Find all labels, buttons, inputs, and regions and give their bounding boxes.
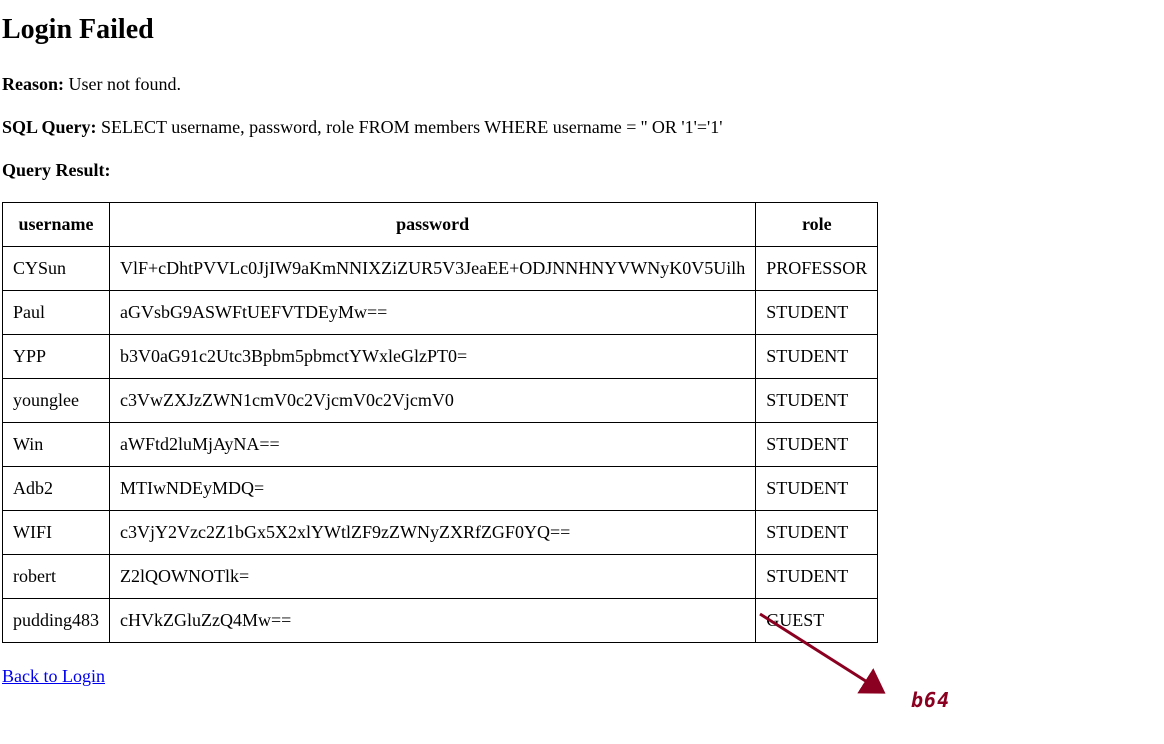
cell-role: STUDENT (755, 378, 879, 423)
column-header-role: role (755, 202, 879, 247)
column-header-username: username (1, 202, 111, 247)
table-row: Adb2 MTIwNDEyMDQ= STUDENT (1, 466, 879, 511)
annotation-label: b64 (911, 688, 951, 712)
cell-role: PROFESSOR (755, 246, 879, 291)
sql-query-line: SQL Query: SELECT username, password, ro… (2, 116, 723, 138)
cell-username: robert (1, 554, 111, 599)
cell-username: Adb2 (1, 466, 111, 511)
cell-username: Win (1, 422, 111, 467)
cell-username: Paul (1, 290, 111, 335)
cell-username: WIFI (1, 510, 111, 555)
column-header-password: password (109, 202, 757, 247)
cell-password: b3V0aG91c2Utc3Bpbm5pbmctYWxleGlzPT0= (109, 334, 757, 379)
table-row: YPP b3V0aG91c2Utc3Bpbm5pbmctYWxleGlzPT0=… (1, 334, 879, 379)
back-to-login-link[interactable]: Back to Login (2, 666, 105, 687)
cell-role: STUDENT (755, 466, 879, 511)
cell-username: pudding483 (1, 598, 111, 643)
query-result-table: username password role CYSun VlF+cDhtPVV… (1, 202, 879, 643)
table-row: CYSun VlF+cDhtPVVLc0JjIW9aKmNNIXZiZUR5V3… (1, 246, 879, 291)
cell-username: YPP (1, 334, 111, 379)
cell-username: younglee (1, 378, 111, 423)
table-header-row: username password role (1, 202, 879, 247)
cell-password: c3VwZXJzZWN1cmV0c2VjcmV0c2VjcmV0 (109, 378, 757, 423)
cell-password: c3VjY2Vzc2Z1bGx5X2xlYWtlZF9zZWNyZXRfZGF0… (109, 510, 757, 555)
cell-password: VlF+cDhtPVVLc0JjIW9aKmNNIXZiZUR5V3JeaEE+… (109, 246, 757, 291)
table-row: Paul aGVsbG9ASWFtUEFVTDEyMw== STUDENT (1, 290, 879, 335)
cell-role: STUDENT (755, 290, 879, 335)
cell-password: Z2lQOWNOTlk= (109, 554, 757, 599)
table-row: pudding483 cHVkZGluZzQ4Mw== GUEST (1, 598, 879, 643)
cell-role: STUDENT (755, 334, 879, 379)
cell-password: MTIwNDEyMDQ= (109, 466, 757, 511)
cell-role: STUDENT (755, 510, 879, 555)
query-result-label: Query Result: (2, 160, 111, 180)
reason-line: Reason: User not found. (2, 73, 181, 95)
reason-label: Reason: (2, 74, 64, 94)
table-row: robert Z2lQOWNOTlk= STUDENT (1, 554, 879, 599)
cell-role: STUDENT (755, 554, 879, 599)
table-row: younglee c3VwZXJzZWN1cmV0c2VjcmV0c2VjcmV… (1, 378, 879, 423)
cell-password: cHVkZGluZzQ4Mw== (109, 598, 757, 643)
sql-query-text: SELECT username, password, role FROM mem… (96, 117, 723, 137)
cell-role: STUDENT (755, 422, 879, 467)
table-row: Win aWFtd2luMjAyNA== STUDENT (1, 422, 879, 467)
cell-password: aGVsbG9ASWFtUEFVTDEyMw== (109, 290, 757, 335)
cell-username: CYSun (1, 246, 111, 291)
table-row: WIFI c3VjY2Vzc2Z1bGx5X2xlYWtlZF9zZWNyZXR… (1, 510, 879, 555)
page-title: Login Failed (2, 14, 154, 45)
query-result-heading: Query Result: (2, 159, 110, 181)
cell-password: aWFtd2luMjAyNA== (109, 422, 757, 467)
reason-text: User not found. (64, 74, 181, 94)
sql-query-label: SQL Query: (2, 117, 97, 137)
